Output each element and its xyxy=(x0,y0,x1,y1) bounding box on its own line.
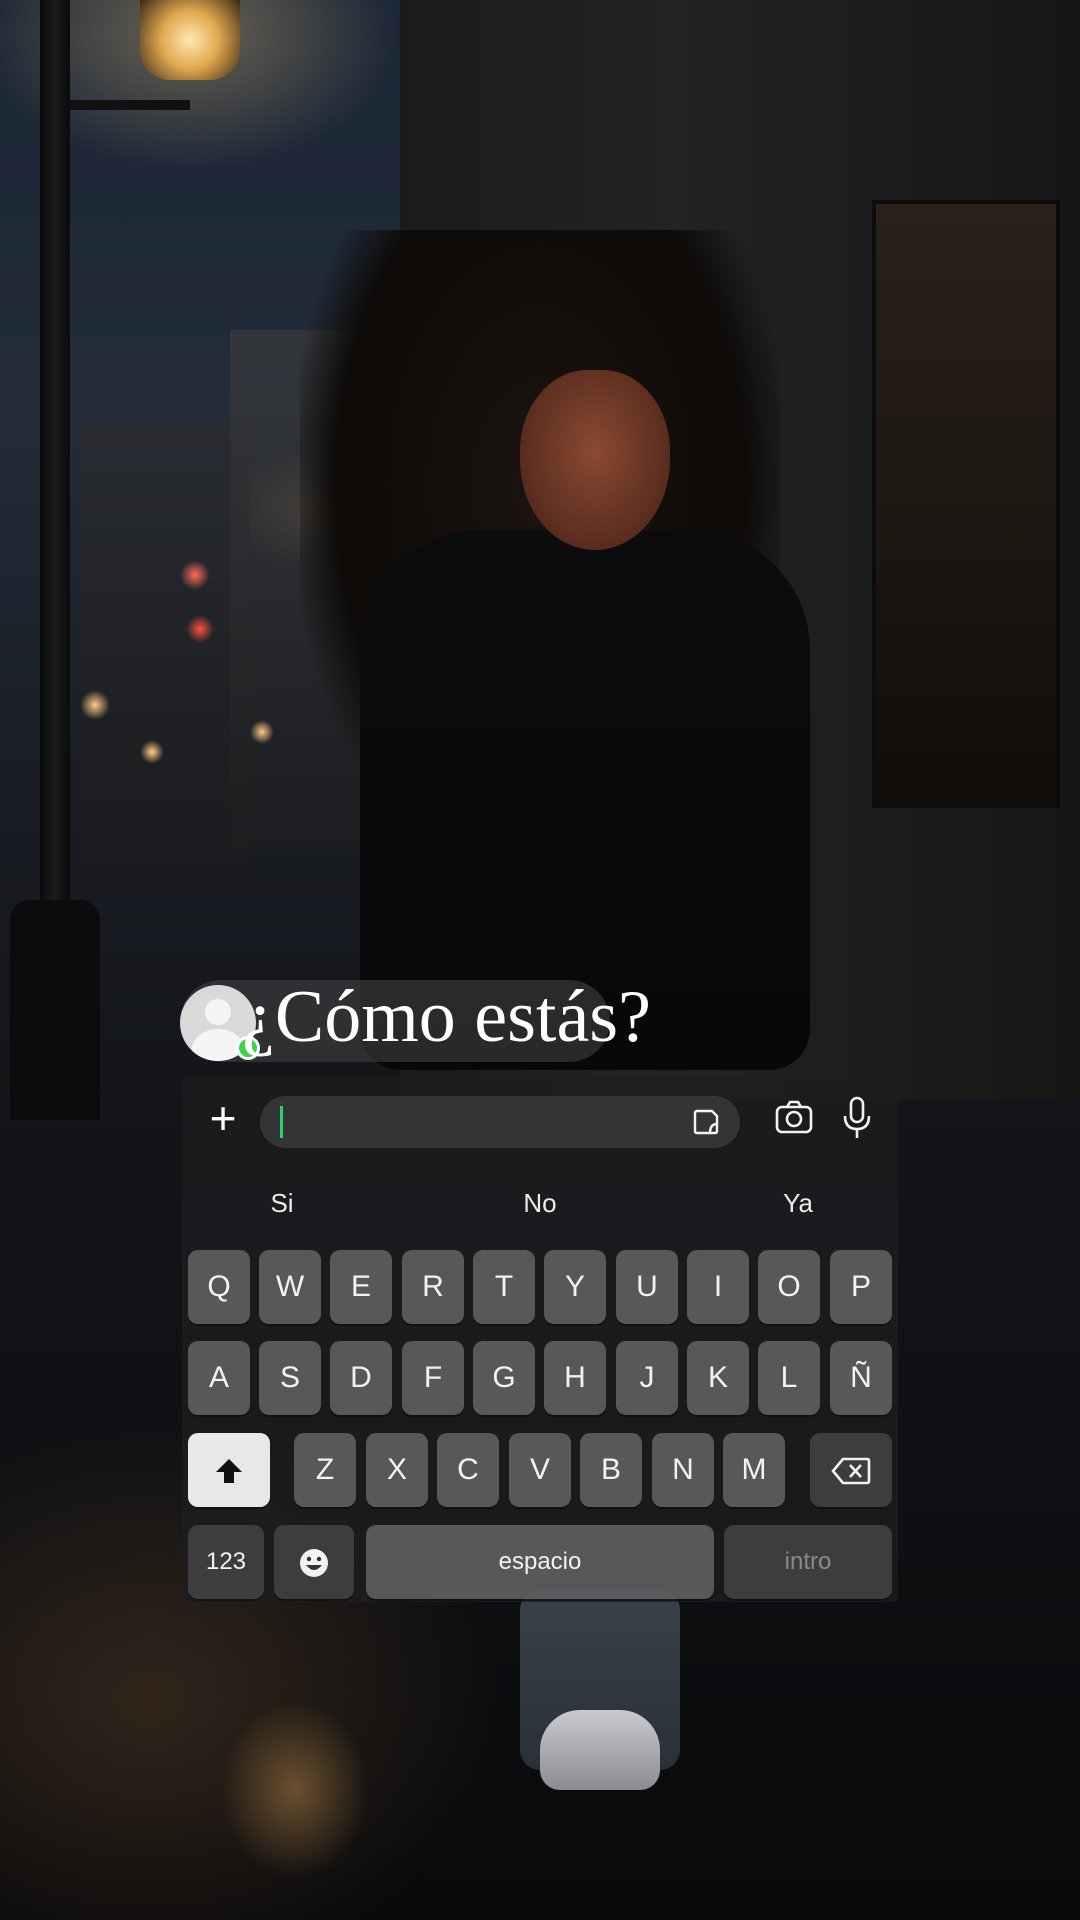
key-g[interactable]: G xyxy=(473,1341,535,1415)
key-i[interactable]: I xyxy=(687,1250,749,1324)
key-q[interactable]: Q xyxy=(188,1250,250,1324)
key-l[interactable]: L xyxy=(758,1341,820,1415)
shift-key[interactable] xyxy=(188,1433,270,1507)
wet-street-reflection xyxy=(220,1700,370,1880)
street-light-glow xyxy=(80,690,110,720)
street-light-glow xyxy=(250,720,274,744)
attach-plus-button[interactable]: + xyxy=(200,1095,246,1142)
street-light-glow xyxy=(140,740,164,764)
key-u[interactable]: U xyxy=(616,1250,678,1324)
key-m[interactable]: M xyxy=(723,1433,785,1507)
text-cursor xyxy=(280,1106,283,1138)
backspace-icon xyxy=(831,1457,871,1485)
numbers-key[interactable]: 123 xyxy=(188,1525,264,1599)
enter-key[interactable]: intro xyxy=(724,1525,892,1599)
lamp-arm xyxy=(70,100,190,110)
background-scene xyxy=(0,0,1080,1920)
key-h[interactable]: H xyxy=(544,1341,606,1415)
camera-icon[interactable] xyxy=(774,1098,814,1138)
key-f[interactable]: F xyxy=(402,1341,464,1415)
key-p[interactable]: P xyxy=(830,1250,892,1324)
key-n[interactable]: N xyxy=(652,1433,714,1507)
figure-sneaker xyxy=(540,1710,660,1790)
caption-text: ¿Cómo estás? xyxy=(242,976,651,1058)
key-r[interactable]: R xyxy=(402,1250,464,1324)
keyboard-panel: + Si No Ya Q W E R T Y U I O P A S D F G… xyxy=(182,1078,898,1602)
key-d[interactable]: D xyxy=(330,1341,392,1415)
key-w[interactable]: W xyxy=(259,1250,321,1324)
message-input-bar: + xyxy=(182,1078,898,1162)
lantern xyxy=(140,0,240,80)
avatar-head xyxy=(205,999,231,1025)
key-v[interactable]: V xyxy=(509,1433,571,1507)
microphone-icon[interactable] xyxy=(842,1096,872,1140)
key-j[interactable]: J xyxy=(616,1341,678,1415)
key-y[interactable]: Y xyxy=(544,1250,606,1324)
key-t[interactable]: T xyxy=(473,1250,535,1324)
traffic-light-glow xyxy=(186,615,214,643)
suggestion-item[interactable]: Ya xyxy=(698,1168,898,1238)
key-k[interactable]: K xyxy=(687,1341,749,1415)
key-a[interactable]: A xyxy=(188,1341,250,1415)
message-input[interactable] xyxy=(260,1096,740,1148)
backspace-key[interactable] xyxy=(810,1433,892,1507)
suggestion-bar: Si No Ya xyxy=(182,1168,898,1238)
shift-arrow-icon xyxy=(216,1459,242,1484)
key-x[interactable]: X xyxy=(366,1433,428,1507)
lamp-post-base xyxy=(10,900,100,1120)
emoji-key[interactable] xyxy=(274,1525,354,1599)
shop-window xyxy=(872,200,1060,808)
figure-face xyxy=(520,370,670,550)
key-c[interactable]: C xyxy=(437,1433,499,1507)
emoji-icon xyxy=(300,1549,328,1578)
space-key[interactable]: espacio xyxy=(366,1525,714,1599)
key-b[interactable]: B xyxy=(580,1433,642,1507)
key-o[interactable]: O xyxy=(758,1250,820,1324)
key-e[interactable]: E xyxy=(330,1250,392,1324)
suggestion-item[interactable]: No xyxy=(440,1168,640,1238)
sticker-icon[interactable] xyxy=(692,1108,720,1136)
suggestion-item[interactable]: Si xyxy=(182,1168,382,1238)
distant-building xyxy=(80,420,250,880)
key-s[interactable]: S xyxy=(259,1341,321,1415)
key-n-tilde[interactable]: Ñ xyxy=(830,1341,892,1415)
key-z[interactable]: Z xyxy=(294,1433,356,1507)
traffic-light-glow xyxy=(180,560,210,590)
